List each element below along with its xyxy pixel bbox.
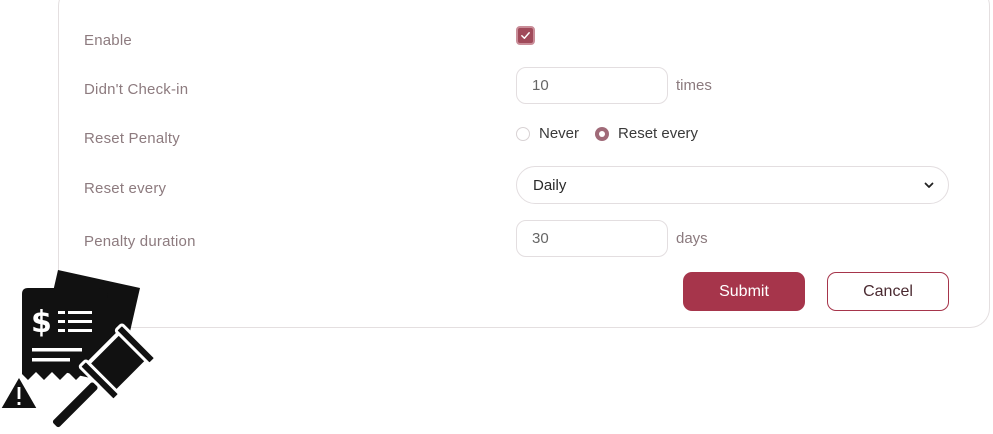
radio-never-label: Never [539,125,580,142]
radio-never[interactable] [516,126,530,141]
radio-option-never[interactable]: Never [516,125,579,142]
didnt-checkin-input[interactable]: 10 [516,67,668,104]
didnt-checkin-value: 10 [532,77,549,94]
reset-every-select[interactable]: Daily [516,166,949,204]
penalty-duration-label: Penalty duration [84,233,196,250]
svg-text:$: $ [31,305,52,340]
didnt-checkin-suffix: times [676,77,712,94]
enable-label: Enable [84,32,132,49]
reset-penalty-label: Reset Penalty [84,130,180,147]
dollar-sign-icon: $ [31,305,52,340]
penalty-duration-suffix: days [676,230,708,247]
reset-penalty-radio-group: Never Reset every [516,125,698,142]
enable-checkbox[interactable] [516,26,535,45]
submit-button[interactable]: Submit [683,272,805,311]
didnt-checkin-label: Didn't Check-in [84,81,189,98]
penalty-duration-input[interactable]: 30 [516,220,668,257]
warning-triangle-icon [0,373,40,410]
reset-every-selected-value: Daily [533,176,567,194]
reset-every-label: Reset every [84,180,167,197]
checkmark-icon [521,32,530,39]
chevron-down-icon [924,182,934,188]
radio-reset-every[interactable] [595,126,610,141]
penalty-duration-value: 30 [532,230,549,247]
cancel-button[interactable]: Cancel [827,272,949,311]
radio-option-reset-every[interactable]: Reset every [595,125,698,142]
radio-reset-every-label: Reset every [618,125,699,142]
penalty-settings-page: Enable Didn't Check-in 10 times Reset Pe… [0,0,993,434]
penalty-fine-gavel-icon: $ [0,270,157,431]
